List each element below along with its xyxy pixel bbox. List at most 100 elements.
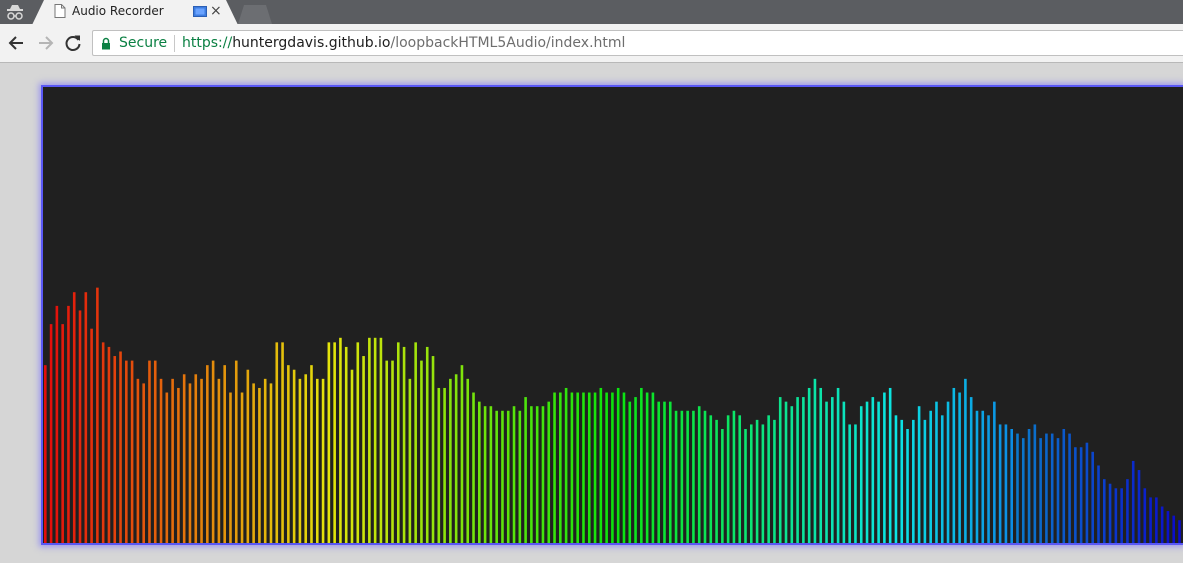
frequency-bar bbox=[859, 406, 863, 543]
frequency-bar bbox=[96, 287, 99, 543]
frequency-bar bbox=[709, 415, 713, 543]
address-bar[interactable]: Secure https://huntergdavis.github.io/lo… bbox=[92, 30, 1183, 56]
back-arrow-icon[interactable] bbox=[7, 33, 27, 53]
reload-icon[interactable] bbox=[63, 33, 83, 53]
frequency-bar bbox=[836, 387, 840, 543]
frequency-bar bbox=[871, 397, 875, 543]
frequency-bar bbox=[831, 397, 834, 543]
frequency-bar bbox=[315, 378, 319, 543]
frequency-bar bbox=[900, 419, 904, 543]
frequency-bar bbox=[217, 378, 221, 543]
frequency-bar bbox=[1166, 511, 1170, 543]
frequency-bar bbox=[773, 419, 776, 543]
tab-audio-recorder[interactable]: Audio Recorder × bbox=[32, 0, 238, 25]
frequency-bar bbox=[67, 305, 70, 543]
frequency-bar bbox=[593, 392, 597, 543]
frequency-bar bbox=[877, 401, 880, 543]
frequency-bar bbox=[1097, 465, 1100, 543]
frequency-bar bbox=[402, 346, 406, 543]
frequency-bar bbox=[732, 410, 736, 543]
frequency-bar bbox=[495, 410, 498, 543]
frequency-bar bbox=[726, 415, 730, 543]
frequency-bar bbox=[744, 429, 747, 543]
frequency-bar bbox=[252, 383, 255, 543]
frequency-bar bbox=[1016, 433, 1019, 543]
frequency-bar bbox=[1108, 483, 1112, 543]
new-tab-button[interactable] bbox=[238, 5, 272, 24]
frequency-bar bbox=[61, 324, 64, 543]
frequency-bar bbox=[44, 365, 47, 543]
frequency-bar bbox=[703, 410, 707, 543]
frequency-bar bbox=[981, 410, 985, 543]
frequency-bar bbox=[188, 383, 192, 543]
frequency-bar bbox=[72, 292, 76, 543]
frequency-bar bbox=[211, 360, 215, 543]
frequency-bar bbox=[923, 419, 927, 543]
frequency-bar bbox=[136, 378, 140, 543]
frequency-bar bbox=[1131, 460, 1135, 543]
frequency-bar bbox=[148, 360, 151, 543]
frequency-bar bbox=[755, 419, 759, 543]
url-scheme: https:// bbox=[182, 35, 233, 51]
frequency-bar bbox=[119, 351, 122, 543]
frequency-bar bbox=[165, 392, 169, 543]
frequency-bar bbox=[975, 410, 979, 543]
page-icon bbox=[54, 4, 66, 18]
tab-title: Audio Recorder bbox=[72, 4, 164, 18]
frequency-bar bbox=[478, 401, 481, 543]
frequency-bar bbox=[1068, 433, 1071, 543]
frequency-bar bbox=[1021, 438, 1025, 543]
frequency-bar bbox=[368, 337, 371, 543]
frequency-bar bbox=[767, 415, 770, 543]
frequency-bar bbox=[640, 387, 643, 543]
frequency-bar bbox=[917, 406, 921, 543]
frequency-bar bbox=[356, 342, 360, 543]
frequency-bar bbox=[171, 378, 174, 543]
frequency-bar bbox=[379, 337, 383, 543]
forward-arrow-icon[interactable] bbox=[35, 33, 55, 53]
frequency-bar bbox=[518, 410, 522, 543]
frequency-bar bbox=[1126, 479, 1129, 543]
frequency-bar bbox=[651, 392, 655, 543]
frequency-bar bbox=[321, 378, 325, 543]
frequency-bar bbox=[223, 365, 226, 543]
url-path: /loopbackHTML5Audio/index.html bbox=[390, 35, 626, 51]
frequency-bar bbox=[1079, 447, 1083, 543]
frequency-bar bbox=[1143, 488, 1147, 543]
frequency-bar bbox=[547, 401, 551, 543]
frequency-bar bbox=[1114, 488, 1118, 543]
frequency-bar bbox=[842, 401, 846, 543]
frequency-bar bbox=[206, 365, 209, 543]
frequency-bar bbox=[362, 356, 365, 543]
frequency-bar bbox=[738, 415, 742, 543]
frequency-bar bbox=[663, 401, 666, 543]
tab-close-icon[interactable]: × bbox=[210, 2, 222, 20]
frequency-bar bbox=[292, 369, 296, 543]
frequency-bar bbox=[373, 337, 377, 543]
frequency-bar bbox=[454, 374, 458, 543]
frequency-bar bbox=[350, 369, 354, 543]
frequency-bar bbox=[159, 378, 163, 543]
frequency-bar bbox=[541, 406, 545, 543]
frequency-bar bbox=[807, 387, 811, 543]
frequency-bar bbox=[1085, 442, 1089, 543]
frequency-bar bbox=[587, 392, 591, 543]
media-casting-icon bbox=[193, 6, 207, 17]
frequency-bar bbox=[443, 387, 446, 543]
frequency-bar bbox=[107, 346, 111, 543]
frequency-bar bbox=[674, 410, 678, 543]
frequency-bar bbox=[935, 401, 938, 543]
url-text[interactable]: https://huntergdavis.github.io/loopbackH… bbox=[182, 35, 625, 51]
frequency-bar bbox=[1027, 429, 1031, 543]
frequency-bar bbox=[524, 397, 527, 543]
frequency-bar bbox=[668, 401, 672, 543]
frequency-bar bbox=[721, 429, 724, 543]
frequency-bar bbox=[460, 365, 464, 543]
frequency-bar bbox=[969, 397, 973, 543]
frequency-bar bbox=[275, 342, 279, 543]
frequency-bar bbox=[142, 383, 145, 543]
frequency-bar bbox=[616, 387, 620, 543]
frequency-bar bbox=[813, 378, 817, 543]
frequency-bar bbox=[1160, 506, 1164, 543]
frequency-bar bbox=[1102, 479, 1106, 543]
